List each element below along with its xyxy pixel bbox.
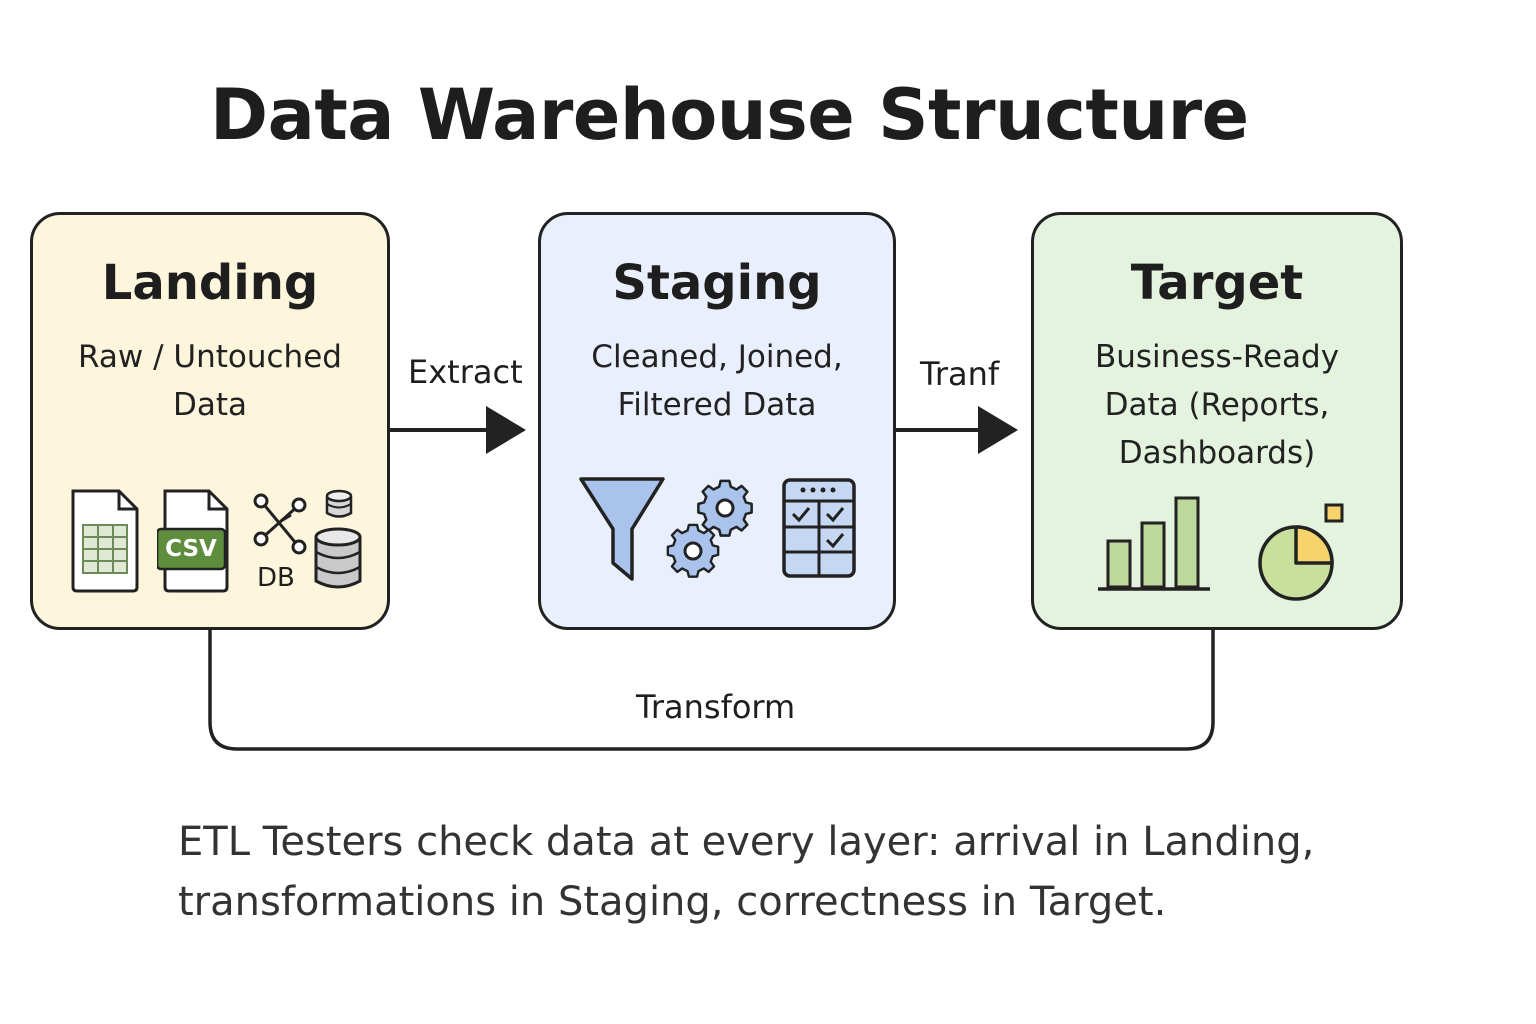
landing-description: Raw / Untouched Data [78,339,342,423]
csv-label: CSV [165,536,217,562]
filter-funnel-icon [579,477,665,581]
gears-icon [666,479,753,578]
landing-title: Landing [101,255,319,311]
network-nodes-icon [253,493,307,555]
extract-label: Extract [408,353,523,391]
landing-layer-box: Landing Raw / Untouched Data CSV DB [30,212,390,630]
etl-testing-note: ETL Testers check data at every layer: a… [178,819,1315,925]
pie-chart-icon [1258,503,1344,601]
target-description: Business-Ready Data (Reports, Dashboards… [1094,339,1340,471]
staging-title: Staging [612,255,822,311]
checklist-table-icon [782,478,856,578]
target-layer-box: Target Business-Ready Data (Reports, Das… [1031,212,1403,630]
staging-layer-box: Staging Cleaned, Joined, Filtered Data [538,212,896,630]
tranf-arrow [896,406,1018,454]
db-label: DB [257,563,295,593]
transform-label: Transform [636,688,796,726]
bar-chart-icon [1098,496,1210,591]
staging-description: Cleaned, Joined, Filtered Data [591,339,843,423]
extract-arrow [390,406,526,454]
database-icon [314,527,362,589]
csv-file-icon: CSV [157,487,237,593]
tranf-label: Tranf [920,355,1000,393]
spreadsheet-file-icon [71,489,139,593]
target-title: Target [1130,255,1304,311]
small-database-icon [325,489,353,518]
